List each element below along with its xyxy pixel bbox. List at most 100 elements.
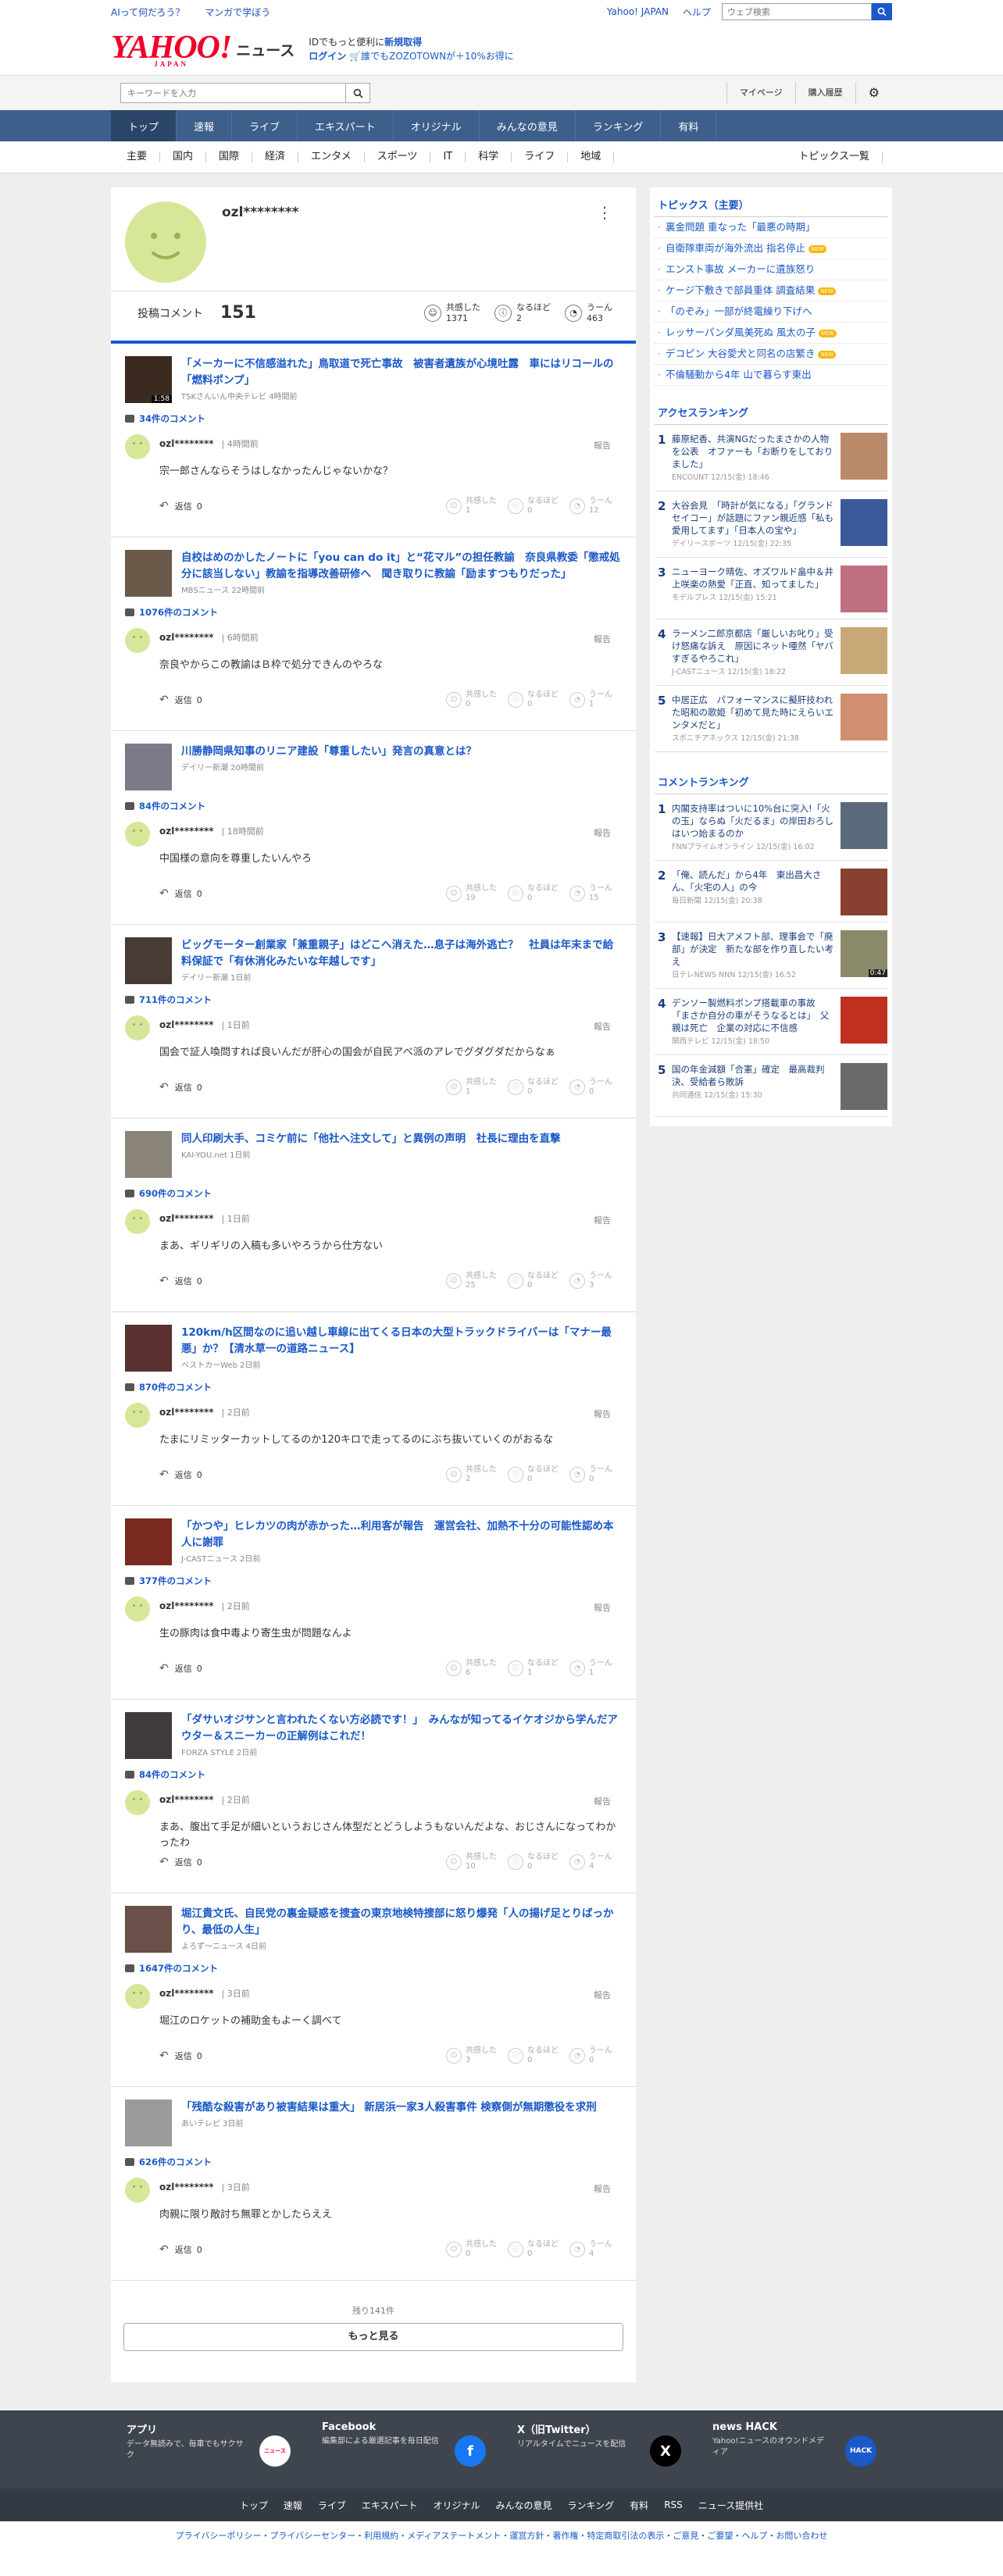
reaction-uun-button[interactable]: ◔ うーん 0	[569, 1078, 612, 1097]
article-title[interactable]: 「かつや」ヒレカツの肉が赤かった…利用客が報告 運営会社、加熱不十分の可能性認め…	[181, 1518, 623, 1551]
comment-count-link[interactable]: 711件のコメント	[125, 994, 623, 1006]
footer-app-2[interactable]: X（旧Twitter） リアルタイムでニュースを配信 X	[502, 2421, 697, 2478]
comment-user[interactable]: ozl******** | 2日前	[159, 1793, 250, 1806]
reply-button[interactable]: ↶ 返信 0	[159, 2050, 202, 2062]
reaction-kyokan-button[interactable]: ☺ 共感した 3	[446, 2046, 497, 2065]
footer-nav-item[interactable]: 速報	[276, 2499, 310, 2512]
article-title[interactable]: 「ダサいオジサンと言われたくない方必読です！」 みんなが知ってるイケオジから学ん…	[181, 1712, 623, 1745]
reaction-uun-button[interactable]: ◔ うーん 4	[569, 2240, 612, 2259]
article-title[interactable]: 堀江貴文氏、自民党の裏金疑惑を捜査の東京地検特捜部に怒り爆発「人の揚げ足とりばっ…	[181, 1906, 623, 1939]
report-link[interactable]: 報告	[594, 1601, 611, 1614]
reaction-naruhodo-button[interactable]: ⓘ なるほど 0	[508, 690, 559, 709]
reaction-naruhodo-button[interactable]: ⓘ なるほど 1	[508, 1659, 559, 1678]
gnav-item[interactable]: ランキング	[576, 110, 662, 141]
article-thumbnail[interactable]: 1:58	[125, 356, 172, 403]
subnav-item[interactable]: 国際	[206, 152, 253, 162]
article-title[interactable]: 川勝静岡県知事のリニア建設「尊重したい」発言の真意とは？	[181, 744, 477, 760]
reaction-uun-button[interactable]: ◔ うーん 1	[569, 690, 612, 709]
reaction-naruhodo-button[interactable]: ⓘ なるほど 0	[508, 1853, 559, 1871]
reaction-uun-button[interactable]: ◔ うーん 0	[569, 2046, 612, 2065]
ranking-item[interactable]: 4 デンソー製燃料ポンプ搭載車の事故 「まさか自分の車がそうなるとは」 父親は死亡…	[655, 989, 887, 1055]
comment-user[interactable]: ozl******** | 1日前	[159, 1019, 250, 1031]
reaction-naruhodo-button[interactable]: ⓘ なるほど 0	[508, 2046, 559, 2065]
comment-user[interactable]: ozl******** | 3日前	[159, 2181, 250, 2193]
gnav-item[interactable]: 速報	[177, 110, 233, 141]
reaction-kyokan-button[interactable]: ☺ 共感した 0	[446, 2240, 497, 2259]
reaction-naruhodo-button[interactable]: ⓘ なるほど 0	[508, 1272, 559, 1290]
gnav-item[interactable]: 有料	[661, 110, 717, 141]
subnav-item[interactable]: 国内	[160, 152, 207, 162]
reply-button[interactable]: ↶ 返信 0	[159, 500, 202, 512]
topic-item[interactable]: デコピン 大谷愛犬と同名の店繁きNEW	[655, 344, 887, 365]
reply-button[interactable]: ↶ 返信 0	[159, 1662, 202, 1675]
topic-item[interactable]: エンスト事故 メーカーに遺族怒り	[655, 259, 887, 280]
report-link[interactable]: 報告	[594, 439, 611, 451]
zozo-promo[interactable]: 誰でもZOZOTOWNが＋10%お得に	[361, 51, 514, 62]
comment-count-link[interactable]: 84件のコメント	[125, 800, 623, 812]
article-thumbnail[interactable]	[125, 1325, 172, 1372]
comment-count-link[interactable]: 377件のコメント	[125, 1575, 623, 1587]
reaction-kyokan-button[interactable]: ☺ 共感した 1	[446, 1078, 497, 1097]
reaction-naruhodo-button[interactable]: ⓘ なるほど 0	[508, 1078, 559, 1097]
report-link[interactable]: 報告	[594, 826, 611, 839]
subnav-item[interactable]: 主要	[111, 152, 161, 162]
subnav-item[interactable]: 経済	[252, 152, 299, 162]
reaction-uun-button[interactable]: ◔ うーん 3	[569, 1272, 612, 1290]
reply-button[interactable]: ↶ 返信 0	[159, 1468, 202, 1481]
comment-count-link[interactable]: 1647件のコメント	[125, 1962, 623, 1975]
comment-count-link[interactable]: 626件のコメント	[125, 2156, 623, 2168]
gnav-item[interactable]: エキスパート	[298, 110, 394, 141]
manga-promo-link[interactable]: マンガで学ぼう	[205, 7, 270, 18]
article-link[interactable]: 「かつや」ヒレカツの肉が赤かった…利用客が報告 運営会社、加熱不十分の可能性認め…	[125, 1518, 623, 1568]
settings-button[interactable]: ⚙	[855, 82, 892, 104]
ranking-item[interactable]: 2 「俺、読んだ」から4年 東出昌大さん、「火宅の人」の今 毎日新聞 12/15(金…	[655, 861, 887, 922]
subnav-item[interactable]: エンタメ	[298, 152, 365, 162]
footer-nav-item[interactable]: オリジナル	[426, 2499, 488, 2512]
topics-all-link[interactable]: トピックス一覧	[786, 152, 883, 162]
ranking-item[interactable]: 2 大谷会見 「時計が気になる」「グランドセイコー」が話題にファン親近感「私も愛用…	[655, 491, 887, 558]
purchase-history-link[interactable]: 購入履歴	[794, 82, 855, 104]
article-link[interactable]: 同人印刷大手、コミケ前に「他社へ注文して」と異例の声明 社長に理由を直撃 KAI-…	[125, 1131, 623, 1181]
report-link[interactable]: 報告	[594, 1408, 611, 1420]
footer-nav-item[interactable]: ライブ	[310, 2499, 354, 2512]
reaction-kyokan-button[interactable]: ☺ 共感した 1	[446, 497, 497, 516]
subnav-item[interactable]: 科学	[466, 152, 512, 162]
load-more-button[interactable]: もっと見る	[123, 2323, 623, 2351]
article-link[interactable]: 自校はめのかしたノートに「you can do it」と“花マル”の担任教諭 奈…	[125, 550, 623, 600]
gnav-item[interactable]: みんなの意見	[480, 110, 576, 141]
subnav-item[interactable]: IT	[430, 152, 466, 162]
report-link[interactable]: 報告	[594, 1795, 611, 1807]
footer-links[interactable]: プライバシーポリシー・プライバシーセンター・利用規約・メディアステートメント・運…	[0, 2521, 1003, 2576]
article-thumbnail[interactable]	[125, 1131, 172, 1178]
subnav-item[interactable]: ライフ	[512, 152, 569, 162]
footer-app-3[interactable]: news HACK Yahoo!ニュースのオウンドメディア HACK	[697, 2421, 892, 2478]
article-title[interactable]: ビッグモーター創業家「兼重親子」はどこへ消えた…息子は海外逃亡？ 社員は年末まで…	[181, 937, 623, 970]
yahoo-japan-link[interactable]: Yahoo! JAPAN	[607, 6, 669, 17]
article-link[interactable]: ビッグモーター創業家「兼重親子」はどこへ消えた…息子は海外逃亡？ 社員は年末まで…	[125, 937, 623, 987]
reaction-uun-button[interactable]: ◔ うーん 15	[569, 884, 612, 903]
reply-button[interactable]: ↶ 返信 0	[159, 887, 202, 900]
article-thumbnail[interactable]	[125, 1518, 172, 1565]
reaction-kyokan-button[interactable]: ☺ 共感した 25	[446, 1272, 497, 1290]
topic-item[interactable]: ケージ下敷きで部員重体 調査結果NEW	[655, 280, 887, 301]
comment-count-link[interactable]: 1076件のコメント	[125, 606, 623, 619]
reply-button[interactable]: ↶ 返信 0	[159, 694, 202, 706]
more-options-icon[interactable]: ⋮	[597, 203, 612, 222]
article-link[interactable]: 川勝静岡県知事のリニア建設「尊重したい」発言の真意とは？ デイリー新潮 20時間前	[125, 744, 623, 794]
topic-item[interactable]: 自衛隊車両が海外流出 指名停止NEW	[655, 238, 887, 259]
reaction-naruhodo-button[interactable]: ⓘ なるほど 0	[508, 497, 559, 516]
footer-nav-item[interactable]: みんなの意見	[488, 2499, 560, 2512]
mypage-link[interactable]: マイページ	[726, 82, 795, 104]
ranking-item[interactable]: 1 藤原紀香、共演NGだったまさかの人物を公表 オファーも「お断りをしておりました…	[655, 425, 887, 491]
article-link[interactable]: 120km/h区間なのに追い越し車線に出てくる日本の大型トラックドライバーは「マ…	[125, 1325, 623, 1375]
reply-button[interactable]: ↶ 返信 0	[159, 1856, 202, 1868]
comment-user[interactable]: ozl******** | 1日前	[159, 1212, 250, 1225]
reply-button[interactable]: ↶ 返信 0	[159, 1275, 202, 1287]
gnav-item[interactable]: オリジナル	[394, 110, 480, 141]
comment-user[interactable]: ozl******** | 2日前	[159, 1600, 250, 1612]
reaction-kyokan-button[interactable]: ☺ 共感した 2	[446, 1465, 497, 1484]
footer-nav-item[interactable]: ランキング	[560, 2499, 623, 2512]
reaction-kyokan-button[interactable]: ☺ 共感した 19	[446, 884, 497, 903]
web-search-button[interactable]	[872, 3, 892, 20]
article-thumbnail[interactable]	[125, 2100, 172, 2146]
